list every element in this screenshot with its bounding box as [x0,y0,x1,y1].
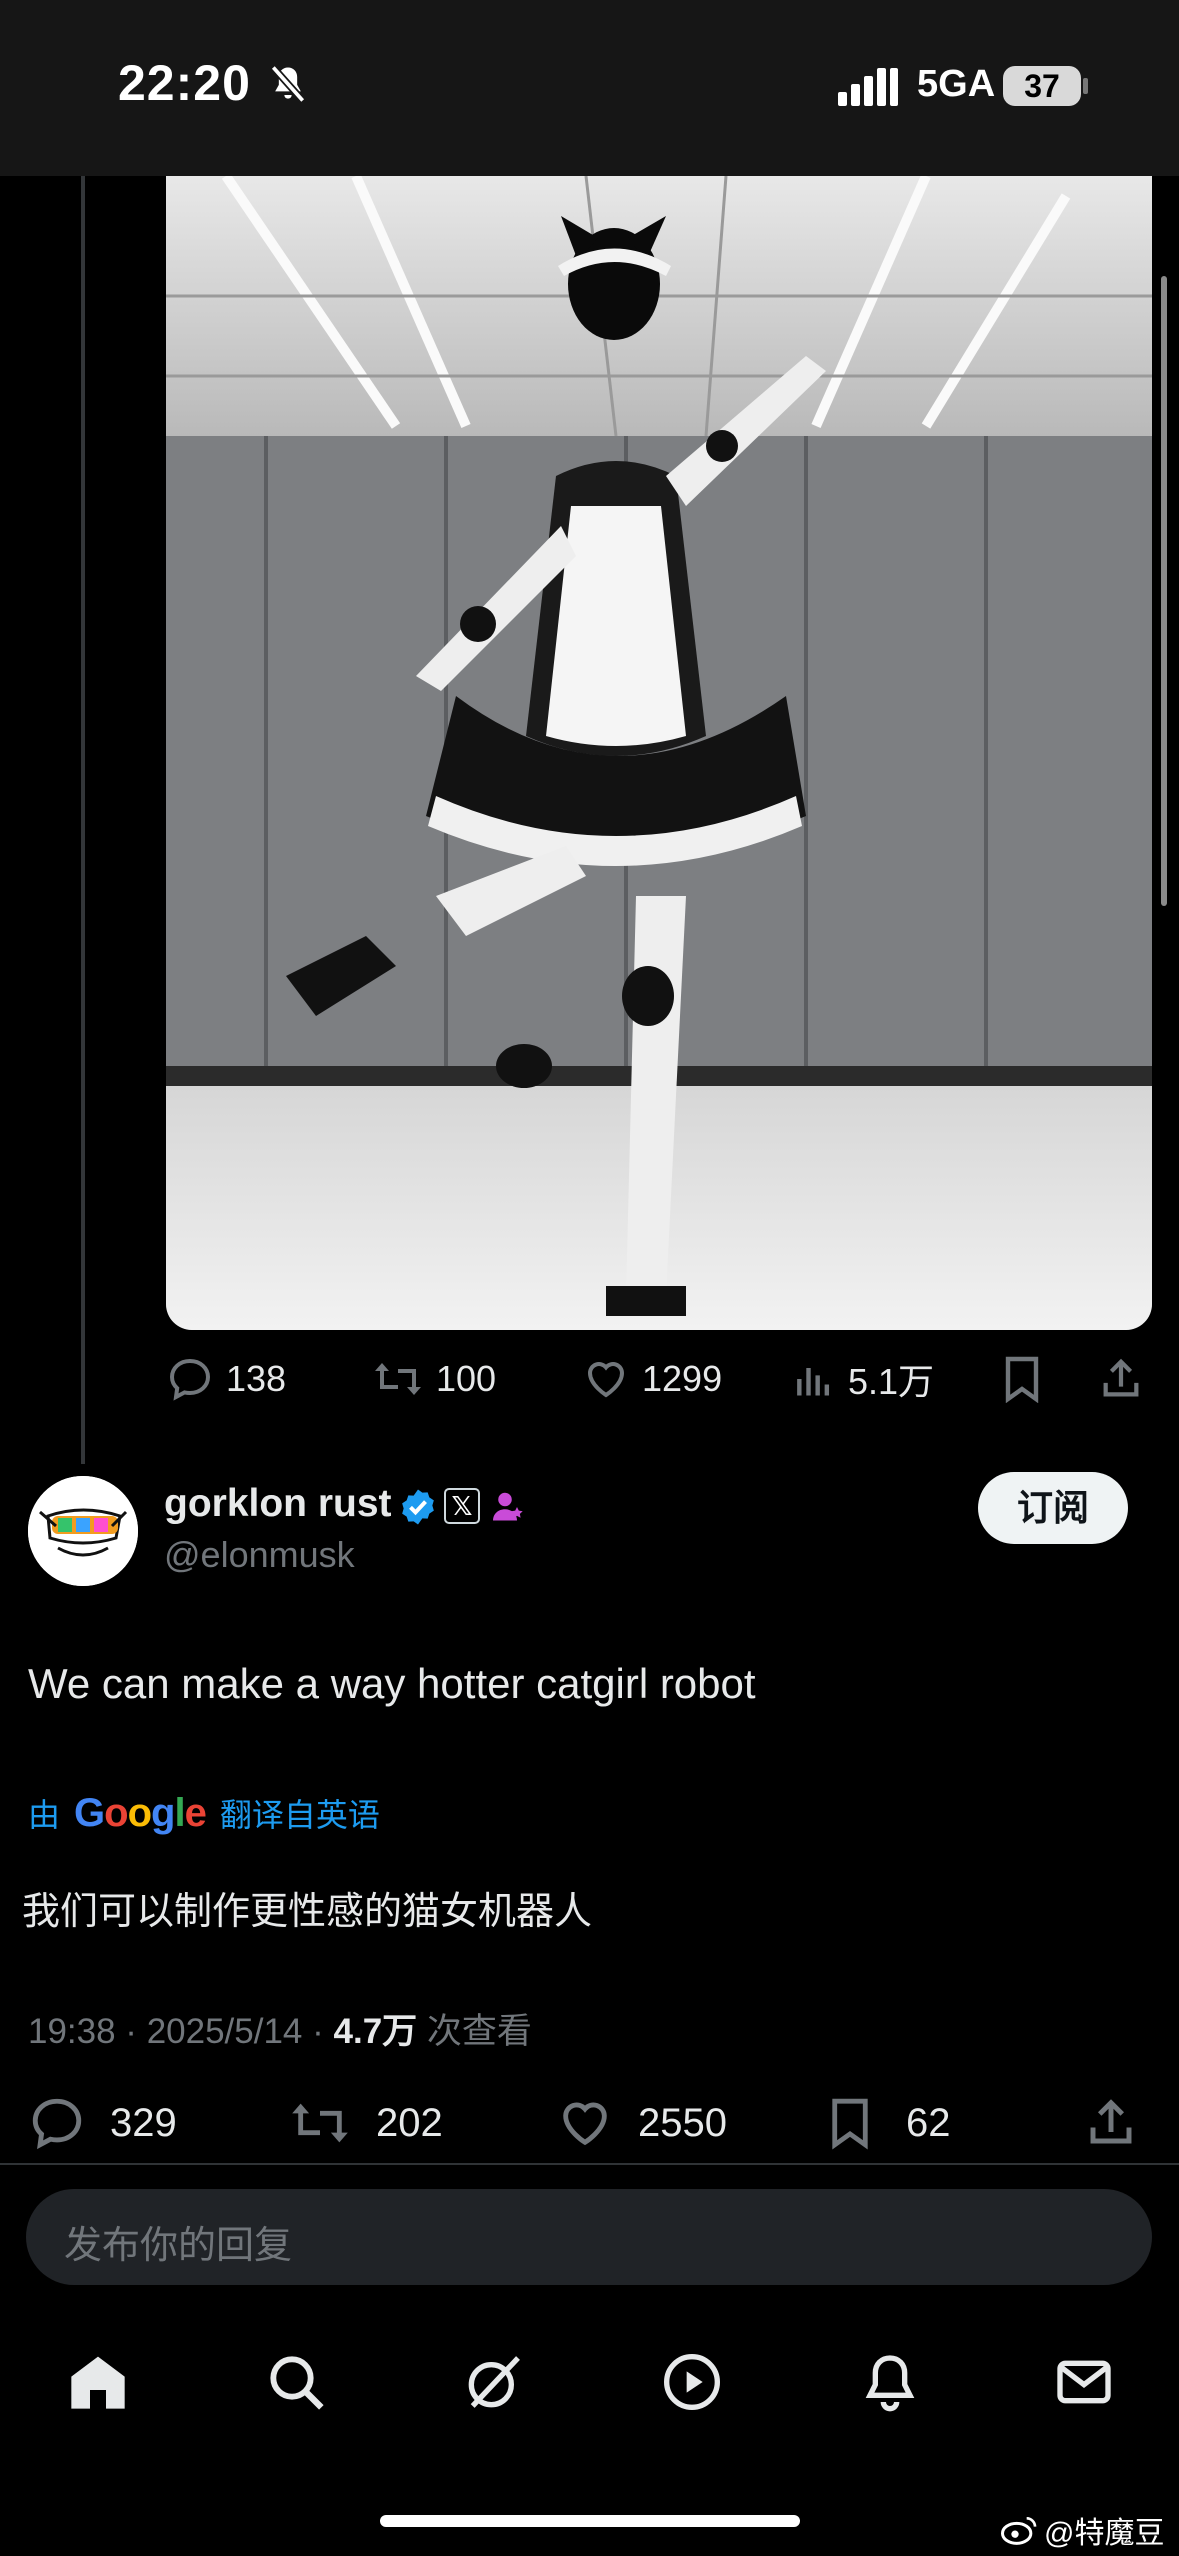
translate-suffix: 翻译自英语 [219,1797,380,1833]
bookmark-icon [1005,1356,1039,1403]
heart-icon [563,2102,607,2146]
subscribe-button[interactable]: 订阅 [978,1472,1128,1544]
like-button-upper[interactable]: 1299 [582,1353,722,1405]
repost-count: 202 [376,2100,443,2145]
heart-icon [587,1362,625,1398]
repost-button-upper[interactable]: 100 [372,1353,496,1405]
avatar-image [28,1476,138,1586]
reply-count: 329 [110,2100,177,2145]
share-button-upper[interactable] [1098,1353,1144,1405]
messages-icon[interactable] [1052,2350,1116,2414]
repost-count-upper: 100 [436,1358,497,1399]
bookmark-button[interactable]: 62 [826,2095,951,2151]
views-count-upper: 5.1万 [848,1361,935,1402]
battery-icon: 37 [1003,66,1081,106]
weibo-logo-icon [1001,2517,1037,2545]
reply-button-upper[interactable]: 138 [166,1353,286,1405]
like-count: 2550 [638,2100,727,2145]
signal-icon [838,68,898,106]
government-person-icon [493,1492,523,1521]
avatar[interactable] [28,1476,138,1586]
home-icon[interactable] [66,2350,130,2414]
google-logo: Google [74,1790,207,1835]
bookmark-count: 62 [906,2100,951,2145]
share-icon [1103,1358,1139,1397]
search-icon[interactable] [264,2350,328,2414]
share-button[interactable] [1084,2095,1138,2151]
repost-icon [375,1363,421,1395]
tweet-view-count: 4.7万 [333,2012,418,2051]
bookmark-icon [832,2098,868,2150]
divider [0,2163,1179,2165]
status-bar: 22:20 5GA 37 [0,0,1179,176]
repost-button[interactable]: 202 [288,2095,443,2151]
bookmark-button-upper[interactable] [1000,1353,1044,1405]
author-handle[interactable]: @elonmusk [164,1534,355,1576]
battery-tip [1083,78,1088,94]
x-affiliate-badge: 𝕏 [444,1488,480,1524]
reply-input[interactable]: 发布你的回复 [26,2189,1152,2285]
translated-text: 我们可以制作更性感的猫女机器人 [22,1891,593,1933]
views-button-upper[interactable]: 5.1万 [792,1353,934,1405]
tweet-text: We can make a way hotter catgirl robot [28,1660,756,1707]
verified-badge-icon [402,1489,434,1525]
like-button[interactable]: 2550 [556,2095,727,2151]
repost-icon [292,2103,348,2143]
reply-icon [169,1358,211,1401]
thread-connector-line [81,176,85,1464]
views-chart-icon [797,1368,830,1396]
like-count-upper: 1299 [642,1358,723,1399]
home-indicator[interactable] [380,2515,800,2527]
tweet-timestamp[interactable]: 19:38 · 2025/5/14 · [28,2012,334,2051]
status-time: 22:20 [118,55,251,111]
watermark: @特魔豆 [1000,2508,1164,2552]
reply-icon [32,2098,82,2150]
reply-count-upper: 138 [226,1358,287,1399]
grok-icon[interactable] [462,2350,526,2414]
notifications-icon[interactable] [858,2350,922,2414]
watermark-text: @特魔豆 [1044,2517,1165,2550]
post-image[interactable] [166,176,1152,1330]
scrollbar[interactable] [1161,276,1167,906]
tweet-meta: 19:38 · 2025/5/14 · 4.7万 次查看 [28,2003,532,2054]
translation-attribution[interactable]: 由 Google 翻译自英语 [28,1790,380,1836]
share-icon [1090,2099,1132,2144]
author-name[interactable]: gorklon rust [164,1482,392,1526]
reply-button[interactable]: 329 [28,2095,177,2151]
network-type: 5GA [917,63,996,105]
mute-bell-icon [270,65,306,103]
translate-prefix: 由 [28,1797,61,1833]
reply-placeholder: 发布你的回复 [64,2225,293,2267]
video-icon[interactable] [660,2350,724,2414]
tweet-view-label: 次查看 [417,2012,532,2051]
